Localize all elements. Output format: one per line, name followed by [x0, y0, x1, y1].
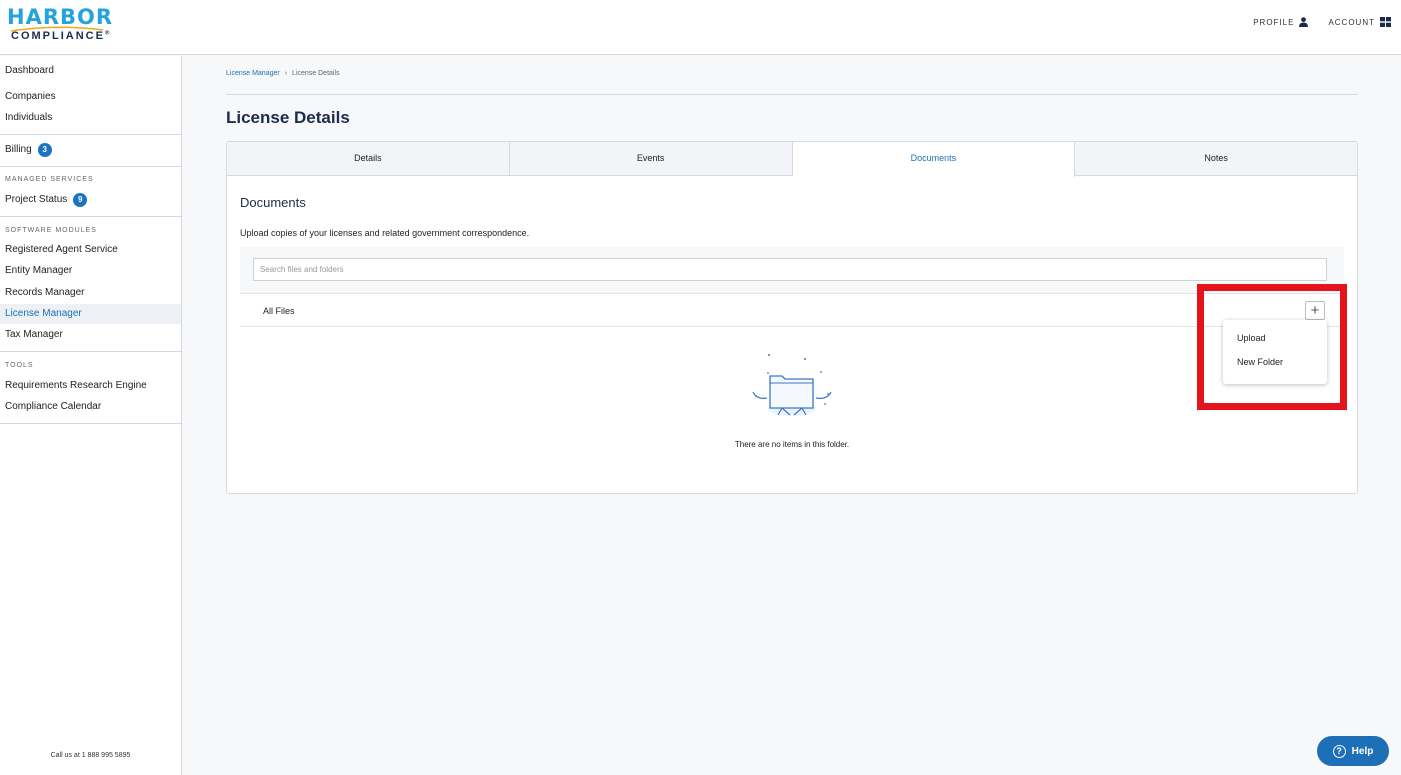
- breadcrumb-separator: ›: [284, 70, 288, 77]
- sidebar-item-registered-agent-service[interactable]: Registered Agent Service: [0, 240, 181, 260]
- sidebar-item-label: License Manager: [5, 308, 82, 319]
- search-files-input[interactable]: [253, 258, 1327, 281]
- folder-header-row: All Files +: [240, 293, 1344, 327]
- sidebar-divider: [0, 216, 181, 217]
- add-item-button[interactable]: +: [1305, 301, 1325, 320]
- sidebar-item-billing[interactable]: Billing 3: [0, 140, 181, 160]
- sidebar-item-label: Entity Manager: [5, 265, 73, 276]
- question-mark-icon: ?: [1332, 744, 1346, 758]
- logo-wordmark-bottom: COMPLIANCE®: [11, 30, 112, 42]
- sidebar-item-project-status[interactable]: Project Status 9: [0, 190, 181, 210]
- tab-bar: Details Events Documents Notes: [227, 142, 1357, 177]
- sidebar-item-license-manager[interactable]: License Manager: [0, 304, 181, 324]
- all-files-folder-label[interactable]: All Files: [263, 306, 295, 316]
- grid-icon: [1380, 17, 1391, 27]
- menu-item-new-folder[interactable]: New Folder: [1237, 357, 1283, 367]
- sidebar-item-tax-manager[interactable]: Tax Manager: [0, 325, 181, 345]
- tab-documents[interactable]: Documents: [792, 142, 1076, 177]
- call-us-phone: Call us at 1 888 995 5895: [50, 752, 131, 759]
- sidebar-item-records-manager[interactable]: Records Manager: [0, 283, 181, 303]
- breadcrumb-current: License Details: [292, 70, 340, 77]
- sidebar-item-label: Companies: [5, 91, 56, 102]
- section-heading-tools: TOOLS: [5, 362, 34, 369]
- logo-wordmark-top: HARBOR: [7, 5, 114, 29]
- page-title: License Details: [226, 108, 350, 127]
- help-button[interactable]: ? Help: [1317, 736, 1389, 766]
- documents-description: Upload copies of your licenses and relat…: [240, 228, 530, 238]
- license-details-card: Details Events Documents Notes Documents…: [226, 141, 1358, 494]
- help-label: Help: [1351, 745, 1374, 757]
- tab-notes[interactable]: Notes: [1075, 142, 1357, 175]
- sidebar-divider: [0, 134, 181, 135]
- billing-count-badge: 3: [37, 143, 52, 157]
- add-item-dropdown-menu: Upload New Folder: [1223, 320, 1327, 384]
- user-icon: [1299, 17, 1309, 27]
- sidebar-item-label: Compliance Calendar: [5, 401, 102, 412]
- tab-events[interactable]: Events: [510, 142, 793, 175]
- sidebar-item-individuals[interactable]: Individuals: [0, 108, 181, 128]
- search-bar-container: [240, 247, 1344, 293]
- breadcrumb: License Manager › License Details: [226, 70, 340, 77]
- section-heading-managed-services: MANAGED SERVICES: [5, 176, 94, 183]
- sidebar-divider: [0, 166, 181, 167]
- sidebar-item-entity-manager[interactable]: Entity Manager: [0, 261, 181, 281]
- project-status-count-badge: 9: [73, 193, 88, 207]
- account-link[interactable]: ACCOUNT: [1328, 17, 1391, 27]
- harbor-compliance-logo[interactable]: HARBOR COMPLIANCE®: [7, 5, 114, 42]
- sidebar-item-label: Registered Agent Service: [5, 244, 118, 255]
- breadcrumb-divider: [226, 94, 1358, 95]
- sidebar-divider: [0, 351, 181, 352]
- account-label: ACCOUNT: [1328, 17, 1375, 27]
- sidebar-item-companies[interactable]: Companies: [0, 87, 181, 107]
- documents-heading: Documents: [240, 195, 306, 210]
- breadcrumb-link-license-manager[interactable]: License Manager: [226, 70, 280, 77]
- plus-icon: +: [1310, 302, 1320, 319]
- section-heading-software-modules: SOFTWARE MODULES: [5, 227, 97, 234]
- menu-item-upload[interactable]: Upload: [1237, 333, 1266, 343]
- sidebar-item-label: Project Status: [5, 194, 68, 205]
- sidebar-item-label: Records Manager: [5, 287, 85, 298]
- top-header: HARBOR COMPLIANCE® PROFILE ACCOUNT: [0, 0, 1401, 55]
- sidebar-divider: [0, 423, 181, 424]
- sidebar-item-label: Tax Manager: [5, 329, 63, 340]
- sidebar-item-compliance-calendar[interactable]: Compliance Calendar: [0, 397, 181, 417]
- sidebar-item-label: Billing: [5, 144, 32, 155]
- sidebar-item-label: Individuals: [5, 112, 53, 123]
- sidebar-item-label: Dashboard: [5, 65, 54, 76]
- profile-label: PROFILE: [1253, 17, 1295, 27]
- empty-folder-illustration: [752, 354, 832, 416]
- tab-details[interactable]: Details: [227, 142, 510, 175]
- empty-folder-message: There are no items in this folder.: [734, 440, 850, 449]
- sidebar-nav: Dashboard Companies Individuals Billing …: [0, 56, 182, 775]
- sidebar-item-requirements-research-engine[interactable]: Requirements Research Engine: [0, 376, 181, 396]
- sidebar-item-dashboard[interactable]: Dashboard: [0, 61, 181, 81]
- profile-link[interactable]: PROFILE: [1253, 17, 1309, 27]
- sidebar-item-label: Requirements Research Engine: [5, 380, 147, 391]
